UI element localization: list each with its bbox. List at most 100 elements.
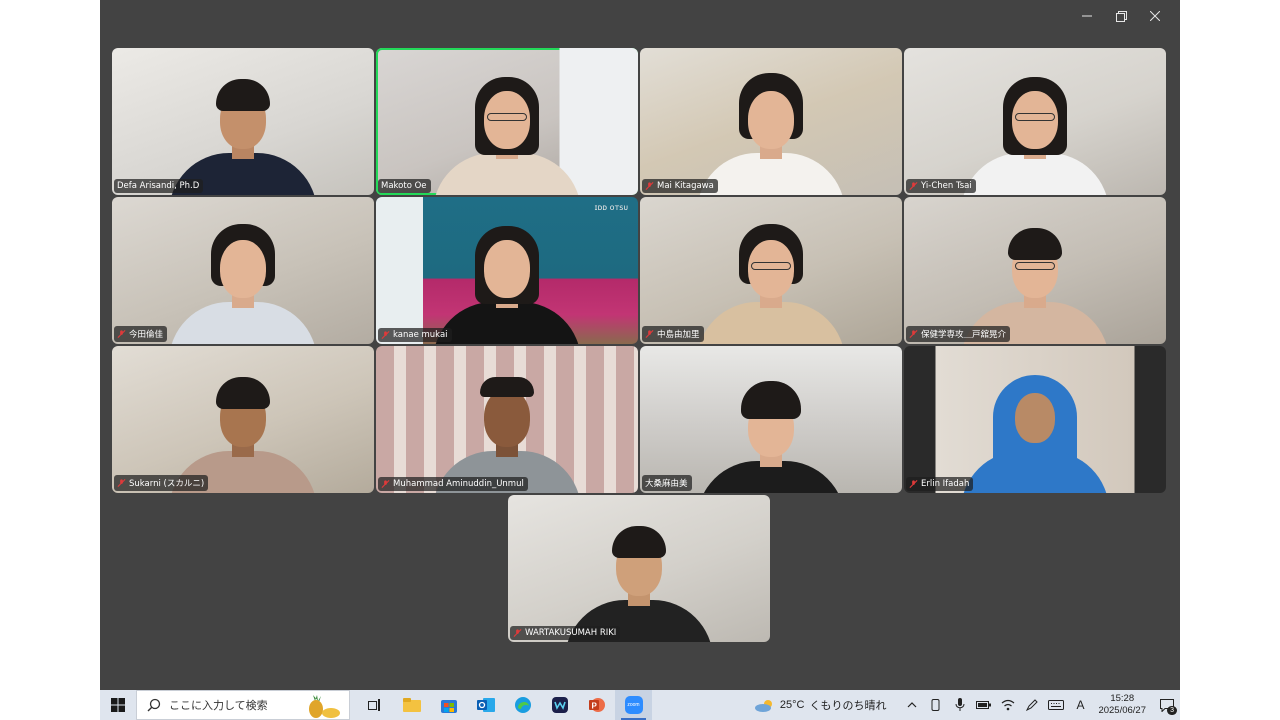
clock[interactable]: 15:28 2025/06/27 bbox=[1098, 693, 1146, 717]
microphone-icon[interactable] bbox=[948, 690, 972, 720]
task-view-icon bbox=[367, 699, 380, 711]
name-label: Mai Kitagawa bbox=[642, 179, 718, 193]
name-label: Sukarni (スカルニ) bbox=[114, 475, 209, 491]
mic-muted-icon bbox=[513, 629, 522, 637]
chevron-up-icon[interactable] bbox=[900, 690, 924, 720]
name-label: 保健学専攻＿戸舘晃介 bbox=[906, 326, 1011, 342]
video-tile-imada[interactable]: 今田倫佳 bbox=[112, 197, 374, 344]
participant-name: Yi-Chen Tsai bbox=[921, 181, 972, 191]
minimize-icon[interactable] bbox=[1070, 4, 1104, 28]
clock-time: 15:28 bbox=[1110, 693, 1135, 704]
name-label: WARTAKUSUMAH RIKI bbox=[510, 626, 621, 640]
pen-icon[interactable] bbox=[1020, 690, 1044, 720]
name-label: Yi-Chen Tsai bbox=[906, 179, 976, 193]
participant-name: 大桑麻由美 bbox=[645, 479, 688, 489]
video-tile-todate[interactable]: 保健学専攻＿戸舘晃介 bbox=[904, 197, 1166, 344]
mic-muted-icon bbox=[381, 331, 390, 339]
video-tile-nakajima[interactable]: 中島由加里 bbox=[640, 197, 902, 344]
participant-name: Makoto Oe bbox=[381, 181, 427, 191]
store-icon bbox=[440, 700, 457, 713]
windows-taskbar: ここに入力して検索 P zoom 25°C くもりのち晴れ A 15:28 20… bbox=[100, 690, 1180, 720]
participant-video bbox=[168, 363, 318, 493]
task-view-button[interactable] bbox=[356, 690, 393, 720]
ime-indicator[interactable]: A bbox=[1068, 690, 1092, 720]
zoom-window: Defa Arisandi, Ph.D Makoto Oe Mai Kitaga… bbox=[100, 0, 1180, 720]
video-tile-kanae[interactable]: ɪᴅᴅ ᴏᴛsᴜ kanae mukai bbox=[376, 197, 638, 344]
close-icon[interactable] bbox=[1138, 4, 1172, 28]
participant-name: Sukarni (スカルニ) bbox=[129, 479, 205, 489]
participant-name: kanae mukai bbox=[393, 330, 448, 340]
participant-name: WARTAKUSUMAH RIKI bbox=[525, 628, 617, 638]
clock-date: 2025/06/27 bbox=[1098, 705, 1146, 716]
participant-name: Erlin Ifadah bbox=[921, 479, 970, 489]
overlay-text: ɪᴅᴅ ᴏᴛsᴜ bbox=[594, 203, 628, 212]
mic-muted-icon bbox=[909, 182, 918, 190]
participant-video bbox=[432, 65, 582, 195]
participant-video bbox=[960, 363, 1110, 493]
wifi-icon[interactable] bbox=[996, 690, 1020, 720]
file-explorer-button[interactable] bbox=[393, 690, 430, 720]
mic-muted-icon bbox=[909, 330, 918, 338]
weather-temperature: 25°C bbox=[779, 699, 805, 711]
search-placeholder: ここに入力して検索 bbox=[169, 700, 268, 712]
video-tile-riki[interactable]: WARTAKUSUMAH RIKI bbox=[508, 495, 770, 642]
folder-icon bbox=[402, 698, 421, 712]
keyboard-icon[interactable] bbox=[1044, 690, 1068, 720]
window-controls bbox=[1070, 4, 1172, 28]
participant-name: 中島由加里 bbox=[657, 330, 700, 340]
taskbar-search-box[interactable]: ここに入力して検索 bbox=[136, 690, 350, 720]
participant-video bbox=[432, 214, 582, 344]
participant-name: 今田倫佳 bbox=[129, 330, 164, 340]
name-label: Makoto Oe bbox=[378, 179, 431, 193]
windows-logo-icon bbox=[111, 698, 125, 712]
cloudy-sun-icon bbox=[754, 700, 772, 712]
mic-muted-icon bbox=[909, 480, 918, 488]
powerpoint-icon: P bbox=[588, 698, 605, 712]
participant-video bbox=[168, 214, 318, 344]
participant-video bbox=[432, 363, 582, 493]
notification-count: 3 bbox=[1167, 706, 1177, 715]
battery-icon[interactable] bbox=[972, 690, 996, 720]
weather-description: くもりのち晴れ bbox=[809, 700, 887, 712]
participant-name: Muhammad Aminuddin_Unmul bbox=[393, 479, 524, 489]
edge-icon bbox=[514, 697, 531, 713]
video-tile-erlin[interactable]: Erlin Ifadah bbox=[904, 346, 1166, 493]
mic-muted-icon bbox=[645, 330, 654, 338]
pineapple-icon bbox=[309, 695, 340, 718]
restore-icon[interactable] bbox=[1104, 4, 1138, 28]
participant-video bbox=[696, 65, 846, 195]
participant-video bbox=[564, 512, 714, 642]
name-label: kanae mukai bbox=[378, 328, 452, 342]
taskbar-apps: P zoom bbox=[356, 690, 652, 720]
mic-muted-icon bbox=[117, 330, 126, 338]
zoom-button[interactable]: zoom bbox=[615, 690, 652, 720]
participant-video bbox=[960, 65, 1110, 195]
webex-icon bbox=[551, 697, 568, 713]
video-tile-sukarni[interactable]: Sukarni (スカルニ) bbox=[112, 346, 374, 493]
start-button[interactable] bbox=[100, 690, 136, 720]
name-label: 大桑麻由美 bbox=[642, 475, 692, 491]
participant-name: Defa Arisandi, Ph.D bbox=[117, 181, 200, 191]
outlook-button[interactable] bbox=[467, 690, 504, 720]
name-label: 今田倫佳 bbox=[114, 326, 168, 342]
participant-video bbox=[696, 214, 846, 344]
edge-button[interactable] bbox=[504, 690, 541, 720]
powerpoint-button[interactable]: P bbox=[578, 690, 615, 720]
weather-widget[interactable]: 25°C くもりのち晴れ bbox=[754, 697, 887, 713]
video-tile-okuwa[interactable]: 大桑麻由美 bbox=[640, 346, 902, 493]
participant-video bbox=[696, 373, 846, 493]
video-tile-makoto[interactable]: Makoto Oe bbox=[376, 48, 638, 195]
notification-center-button[interactable]: 3 bbox=[1154, 690, 1180, 720]
video-tile-defa[interactable]: Defa Arisandi, Ph.D bbox=[112, 48, 374, 195]
search-icon bbox=[147, 698, 161, 712]
video-tile-yichen[interactable]: Yi-Chen Tsai bbox=[904, 48, 1166, 195]
name-label: Muhammad Aminuddin_Unmul bbox=[378, 477, 528, 491]
video-tile-muhammad[interactable]: Muhammad Aminuddin_Unmul bbox=[376, 346, 638, 493]
participant-name: 保健学専攻＿戸舘晃介 bbox=[921, 330, 1007, 340]
video-tile-mai[interactable]: Mai Kitagawa bbox=[640, 48, 902, 195]
phone-link-icon[interactable] bbox=[924, 690, 948, 720]
store-button[interactable] bbox=[430, 690, 467, 720]
system-tray: 25°C くもりのち晴れ A 15:28 2025/06/27 3 bbox=[754, 690, 1180, 720]
participant-video bbox=[168, 65, 318, 195]
webex-button[interactable] bbox=[541, 690, 578, 720]
